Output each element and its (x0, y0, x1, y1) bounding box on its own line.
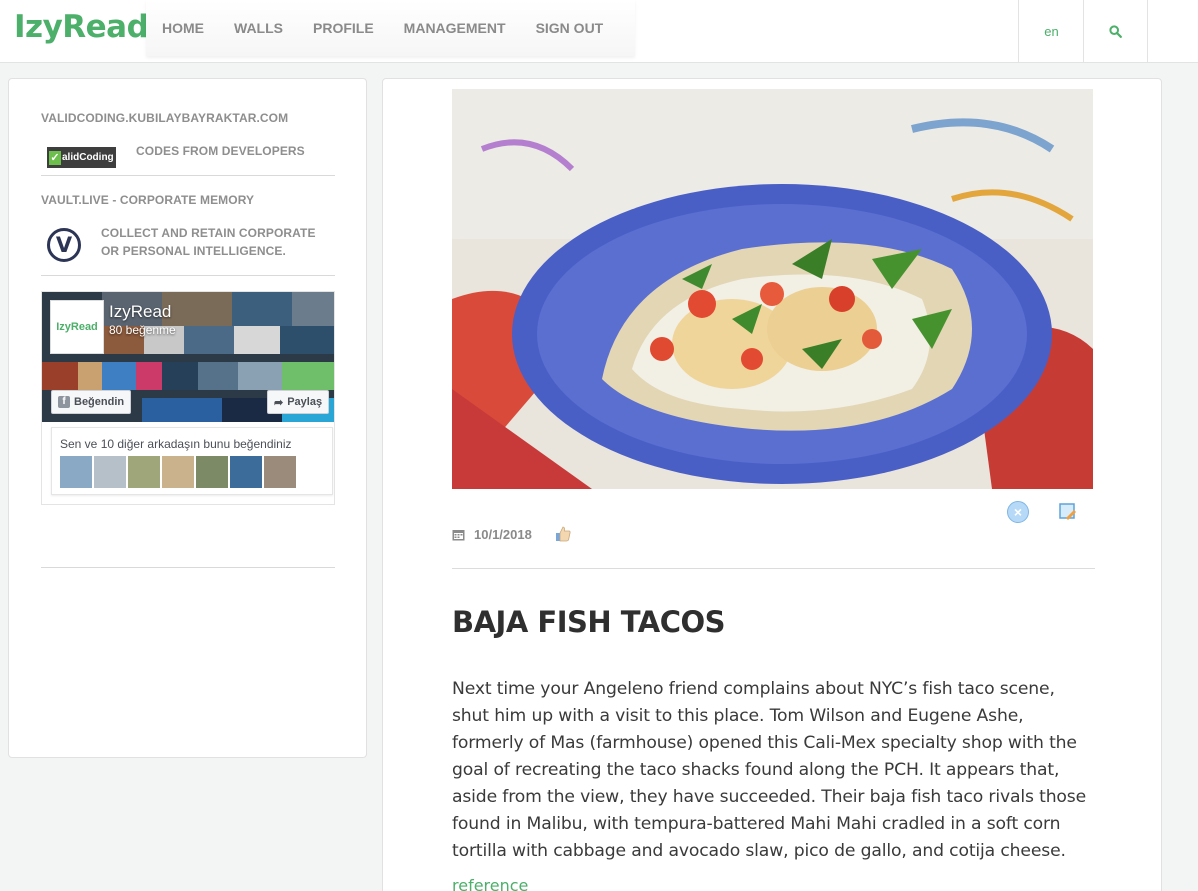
friend-avatar[interactable] (128, 456, 160, 488)
article-card: × 10/1/2018 BAJA FISH TACOS Next time yo… (382, 78, 1162, 891)
validcoding-logo[interactable]: ✓ alidCoding (47, 147, 116, 168)
thumbs-up-icon[interactable] (554, 525, 572, 543)
nav-profile[interactable]: PROFILE (313, 20, 374, 36)
article-image[interactable] (452, 89, 1093, 489)
reference-link[interactable]: reference (452, 876, 528, 891)
facebook-like-count: 80 beğenme (109, 323, 176, 337)
facebook-like-label: Beğendin (74, 396, 125, 408)
article-meta: 10/1/2018 (452, 525, 572, 543)
sidebar: VALIDCODING.KUBILAYBAYRAKTAR.COM ✓ alidCo… (8, 78, 367, 758)
top-navbar: IzyRead HOME WALLS PROFILE MANAGEMENT SI… (0, 0, 1198, 63)
language-selector[interactable]: en (1018, 0, 1084, 63)
facebook-cover-image[interactable]: IzyRead IzyRead 80 beğenme f Beğendin ➦ Pa… (42, 292, 334, 422)
share-arrow-icon: ➦ (274, 396, 284, 409)
friend-avatar[interactable] (162, 456, 194, 488)
sidebar-link-vault[interactable]: VAULT.LIVE - CORPORATE MEMORY (41, 193, 254, 207)
main-nav: HOME WALLS PROFILE MANAGEMENT SIGN OUT (146, 0, 636, 56)
friend-avatar[interactable] (94, 456, 126, 488)
nav-management[interactable]: MANAGEMENT (404, 20, 506, 36)
article-body: Next time your Angeleno friend complains… (452, 679, 1087, 861)
divider (41, 175, 335, 176)
facebook-share-button[interactable]: ➦ Paylaş (267, 390, 330, 414)
article-divider (452, 568, 1095, 569)
sidebar-desc-vault-1: COLLECT AND RETAIN CORPORATE (101, 226, 316, 240)
divider (41, 567, 335, 568)
facebook-page-name[interactable]: IzyRead (109, 302, 171, 322)
facebook-friends-text: Sen ve 10 diğer arkadaşın bunu beğendini… (60, 437, 292, 451)
nav-sign-out[interactable]: SIGN OUT (536, 20, 604, 36)
friend-avatar[interactable] (230, 456, 262, 488)
validcoding-logo-text: alidCoding (62, 152, 114, 163)
facebook-page-avatar[interactable]: IzyRead (50, 300, 104, 354)
facebook-friends-box: Sen ve 10 diğer arkadaşın bunu beğendini… (51, 427, 333, 495)
sidebar-link-validcoding[interactable]: VALIDCODING.KUBILAYBAYRAKTAR.COM (41, 111, 288, 125)
site-logo[interactable]: IzyRead (14, 9, 149, 45)
search-icon (1109, 25, 1122, 38)
edit-glyph (1059, 503, 1076, 520)
friend-avatar[interactable] (264, 456, 296, 488)
sidebar-desc-vault-2: OR PERSONAL INTELLIGENCE. (101, 244, 286, 258)
friend-avatar[interactable] (60, 456, 92, 488)
friend-avatar[interactable] (196, 456, 228, 488)
article-title: BAJA FISH TACOS (452, 605, 726, 639)
article-date: 10/1/2018 (474, 526, 532, 542)
calendar-icon (452, 529, 465, 540)
facebook-page-widget: IzyRead IzyRead 80 beğenme f Beğendin ➦ Pa… (41, 291, 335, 505)
facebook-icon: f (58, 396, 70, 408)
close-icon[interactable]: × (1007, 501, 1029, 523)
vault-logo[interactable]: V (47, 228, 81, 262)
nav-walls[interactable]: WALLS (234, 20, 283, 36)
taco-photo (452, 89, 1093, 489)
edit-icon[interactable] (1057, 501, 1079, 523)
nav-home[interactable]: HOME (162, 20, 204, 36)
facebook-share-label: Paylaş (287, 396, 323, 408)
sidebar-desc-validcoding: CODES FROM DEVELOPERS (136, 144, 305, 158)
check-icon: ✓ (49, 150, 61, 165)
header-spacer (1147, 0, 1198, 63)
search-button[interactable] (1083, 0, 1147, 63)
divider (41, 275, 335, 276)
facebook-like-button[interactable]: f Beğendin (51, 390, 132, 414)
